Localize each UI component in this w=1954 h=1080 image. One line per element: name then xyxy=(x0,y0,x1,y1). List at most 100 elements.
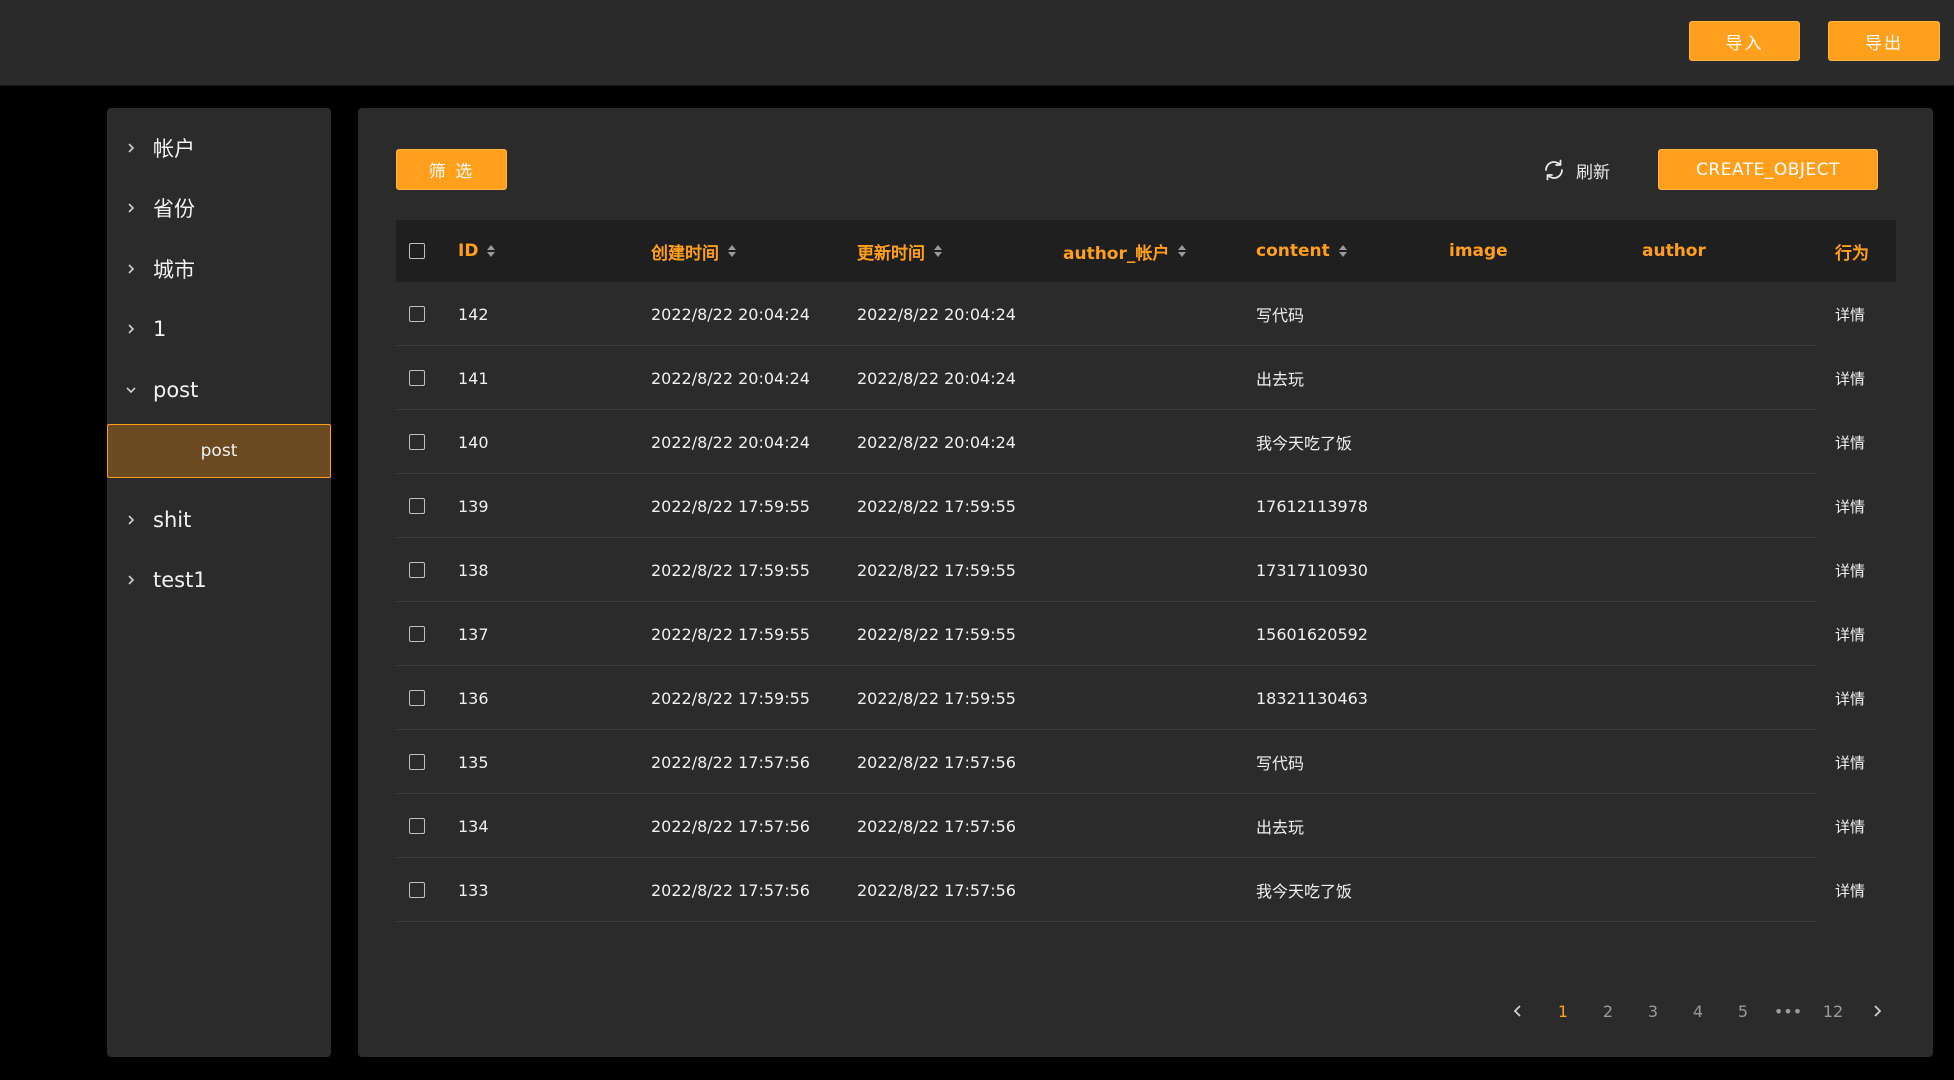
refresh-button[interactable]: 刷新 xyxy=(1542,156,1610,184)
cell-created: 2022/8/22 17:59:55 xyxy=(651,560,810,580)
row-checkbox[interactable] xyxy=(409,498,425,514)
cell-created: 2022/8/22 20:04:24 xyxy=(651,304,810,324)
sidebar-item[interactable]: 帐户 xyxy=(107,123,331,173)
top-bar: 导入 导出 xyxy=(0,0,1954,86)
row-checkbox[interactable] xyxy=(409,434,425,450)
cell-content: 我今天吃了饭 xyxy=(1256,882,1353,901)
sort-icon[interactable] xyxy=(1338,245,1347,257)
sidebar-item-label: 省份 xyxy=(153,197,195,221)
detail-link[interactable]: 详情 xyxy=(1835,858,1865,922)
create-object-button[interactable]: CREATE_OBJECT xyxy=(1658,149,1878,190)
table-header: ID 创建时间 更新时间 author_帐户 content image aut… xyxy=(396,220,1896,282)
row-checkbox[interactable] xyxy=(409,306,425,322)
cell-content: 我今天吃了饭 xyxy=(1256,434,1353,453)
column-header-author-account[interactable]: author_帐户 xyxy=(1063,220,1187,282)
detail-link[interactable]: 详情 xyxy=(1835,730,1865,794)
table-row: 135 2022/8/22 17:57:56 2022/8/22 17:57:56 写… xyxy=(396,730,1896,794)
page-number[interactable]: 5 xyxy=(1728,996,1758,1026)
row-checkbox[interactable] xyxy=(409,882,425,898)
row-checkbox[interactable] xyxy=(409,626,425,642)
column-header-created[interactable]: 创建时间 xyxy=(651,220,736,282)
chevron-down-icon xyxy=(123,382,139,398)
sidebar-subitem-post[interactable]: post xyxy=(107,424,331,478)
sidebar-item[interactable]: 城市 xyxy=(107,244,331,294)
import-button[interactable]: 导入 xyxy=(1689,21,1800,61)
filter-button[interactable]: 筛 选 xyxy=(396,149,507,190)
next-page-button[interactable] xyxy=(1862,996,1892,1026)
sidebar-item[interactable]: shit xyxy=(107,495,331,545)
row-select-cell xyxy=(409,666,425,730)
column-header-id[interactable]: ID xyxy=(458,220,496,282)
select-all-checkbox[interactable] xyxy=(409,243,425,259)
cell-content: 写代码 xyxy=(1256,306,1305,325)
page-number[interactable]: 4 xyxy=(1683,996,1713,1026)
detail-link[interactable]: 详情 xyxy=(1835,346,1865,410)
row-checkbox[interactable] xyxy=(409,818,425,834)
chevron-right-icon xyxy=(123,200,139,216)
cell-content: 18321130463 xyxy=(1256,688,1368,708)
export-button[interactable]: 导出 xyxy=(1828,21,1940,61)
sort-icon[interactable] xyxy=(487,245,496,257)
cell-updated: 2022/8/22 17:59:55 xyxy=(857,624,1016,644)
row-checkbox[interactable] xyxy=(409,370,425,386)
column-header-label: content xyxy=(1256,241,1330,261)
detail-link[interactable]: 详情 xyxy=(1835,794,1865,858)
table-row: 142 2022/8/22 20:04:24 2022/8/22 20:04:24 写… xyxy=(396,282,1896,346)
row-select-cell xyxy=(409,410,425,474)
row-select-cell xyxy=(409,282,425,346)
cell-updated: 2022/8/22 17:57:56 xyxy=(857,880,1016,900)
cell-id: 138 xyxy=(458,560,489,580)
cell-content: 出去玩 xyxy=(1256,818,1305,837)
sidebar-item-label: 帐户 xyxy=(153,137,195,161)
detail-link[interactable]: 详情 xyxy=(1835,410,1865,474)
column-header-label: ID xyxy=(458,241,479,261)
page-ellipsis[interactable]: ••• xyxy=(1773,996,1803,1026)
row-checkbox[interactable] xyxy=(409,754,425,770)
sidebar-item[interactable]: 1 xyxy=(107,304,331,354)
page-number[interactable]: 3 xyxy=(1638,996,1668,1026)
column-header-label: 更新时间 xyxy=(857,243,925,264)
detail-link[interactable]: 详情 xyxy=(1835,538,1865,602)
cell-id: 134 xyxy=(458,816,489,836)
column-header-label: image xyxy=(1449,241,1508,261)
row-checkbox[interactable] xyxy=(409,690,425,706)
sidebar-item-label: post xyxy=(153,378,199,402)
sidebar-item-label: 1 xyxy=(153,317,167,341)
chevron-right-icon xyxy=(1874,1005,1882,1017)
table-row: 134 2022/8/22 17:57:56 2022/8/22 17:57:56 出… xyxy=(396,794,1896,858)
cell-id: 133 xyxy=(458,880,489,900)
page-number[interactable]: 1 xyxy=(1548,996,1578,1026)
cell-created: 2022/8/22 17:57:56 xyxy=(651,752,810,772)
table-row: 141 2022/8/22 20:04:24 2022/8/22 20:04:24 出… xyxy=(396,346,1896,410)
row-select-cell xyxy=(409,602,425,666)
cell-content: 17317110930 xyxy=(1256,560,1368,580)
column-header-author: author xyxy=(1642,220,1706,282)
detail-link[interactable]: 详情 xyxy=(1835,666,1865,730)
refresh-label: 刷新 xyxy=(1576,162,1610,183)
cell-id: 142 xyxy=(458,304,489,324)
cell-id: 141 xyxy=(458,368,489,388)
detail-link[interactable]: 详情 xyxy=(1835,474,1865,538)
sidebar-item[interactable]: 省份 xyxy=(107,183,331,233)
chevron-right-icon xyxy=(123,140,139,156)
table-row: 136 2022/8/22 17:59:55 2022/8/22 17:59:55 1… xyxy=(396,666,1896,730)
page-number[interactable]: 2 xyxy=(1593,996,1623,1026)
sidebar-item[interactable]: post xyxy=(107,365,331,415)
sort-icon[interactable] xyxy=(934,245,942,257)
sort-icon[interactable] xyxy=(728,245,736,257)
sidebar-item-label: shit xyxy=(153,508,192,532)
cell-updated: 2022/8/22 20:04:24 xyxy=(857,368,1016,388)
detail-link[interactable]: 详情 xyxy=(1835,602,1865,666)
column-header-content[interactable]: content xyxy=(1256,220,1347,282)
cell-content: 17612113978 xyxy=(1256,496,1368,516)
detail-link[interactable]: 详情 xyxy=(1835,282,1865,346)
row-checkbox[interactable] xyxy=(409,562,425,578)
column-header-updated[interactable]: 更新时间 xyxy=(857,220,942,282)
table-row: 137 2022/8/22 17:59:55 2022/8/22 17:59:55 1… xyxy=(396,602,1896,666)
sidebar-item[interactable]: test1 xyxy=(107,555,331,605)
sidebar-item-label: test1 xyxy=(153,568,207,592)
prev-page-button[interactable] xyxy=(1503,996,1533,1026)
column-header-label: 创建时间 xyxy=(651,243,719,264)
sort-icon[interactable] xyxy=(1178,245,1187,257)
page-number[interactable]: 12 xyxy=(1818,996,1848,1026)
